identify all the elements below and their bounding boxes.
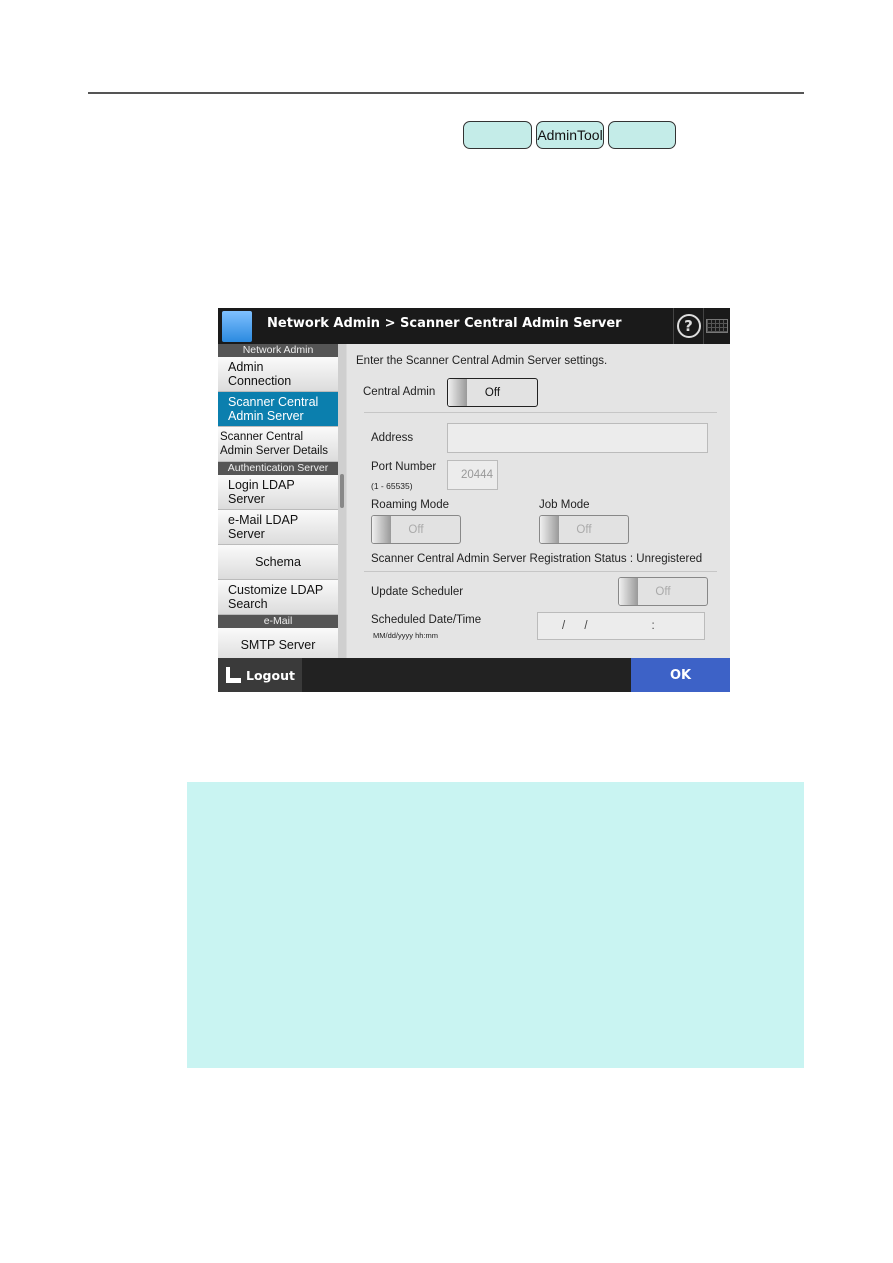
address-label: Address [371, 432, 414, 444]
scheduled-datetime-label: Scheduled Date/Time [371, 614, 482, 626]
sidebar-item[interactable]: Schema [218, 545, 338, 580]
central-admin-toggle[interactable]: Off [447, 378, 538, 407]
sidebar-item[interactable]: Customize LDAP Search [218, 580, 338, 615]
date-format-hint: MM/dd/yyyy hh:mm [373, 631, 439, 640]
sidebar-item[interactable]: Admin Connection [218, 357, 338, 392]
address-input[interactable] [447, 423, 708, 453]
roaming-mode-toggle[interactable]: Off [371, 515, 461, 544]
page-title: Network Admin > Scanner Central Admin Se… [267, 316, 622, 331]
job-mode-label: Job Mode [539, 499, 590, 511]
update-scheduler-label: Update Scheduler [371, 586, 464, 598]
note-box [187, 782, 804, 1068]
settings-panel: Enter the Scanner Central Admin Server s… [347, 344, 730, 658]
footer-bar: Logout OK [218, 658, 730, 692]
scheduled-datetime-input[interactable]: / / : [537, 612, 705, 640]
keyboard-icon [706, 319, 728, 333]
sidebar-item[interactable]: Login LDAP Server [218, 475, 338, 510]
port-range: (1 - 65535) [371, 481, 413, 491]
sidebar-section: Network Admin [218, 344, 338, 357]
divider [364, 571, 717, 572]
scrollbar-thumb[interactable] [340, 474, 344, 508]
pill-admintool: AdminTool [536, 121, 604, 149]
help-icon: ? [676, 314, 701, 338]
intro-text: Enter the Scanner Central Admin Server s… [356, 355, 608, 367]
sidebar-item[interactable]: e-Mail LDAP Server [218, 510, 338, 545]
pill-3 [608, 121, 676, 149]
roaming-mode-label: Roaming Mode [371, 499, 449, 511]
logout-icon [226, 667, 241, 683]
divider [364, 412, 717, 413]
home-icon[interactable] [222, 311, 252, 342]
sidebar-section: Authentication Server [218, 462, 338, 475]
title-bar: Network Admin > Scanner Central Admin Se… [218, 308, 730, 344]
sidebar: Network Admin Admin Connection Scanner Cen… [218, 344, 338, 663]
port-label: Port Number [371, 461, 437, 473]
keyboard-button[interactable] [703, 308, 730, 344]
screenshot: Network Admin > Scanner Central Admin Se… [218, 308, 730, 692]
help-button[interactable]: ? [673, 308, 703, 344]
ok-button[interactable]: OK [631, 658, 730, 692]
registration-status: Scanner Central Admin Server Registratio… [371, 553, 703, 565]
job-mode-toggle[interactable]: Off [539, 515, 629, 544]
sidebar-section: e-Mail [218, 615, 338, 628]
sidebar-item[interactable]: Scanner Central Admin Server [218, 392, 338, 427]
sidebar-item[interactable]: Scanner Central Admin Server Details [218, 427, 338, 462]
logout-button[interactable]: Logout [218, 658, 302, 692]
update-scheduler-toggle[interactable]: Off [618, 577, 708, 606]
sidebar-scrollbar[interactable] [338, 344, 346, 658]
central-admin-label: Central Admin [363, 386, 436, 398]
status-value: Unregistered [636, 553, 703, 565]
pill-1 [463, 121, 532, 149]
port-input[interactable]: 20444 [447, 460, 498, 490]
header-rule [88, 92, 804, 94]
